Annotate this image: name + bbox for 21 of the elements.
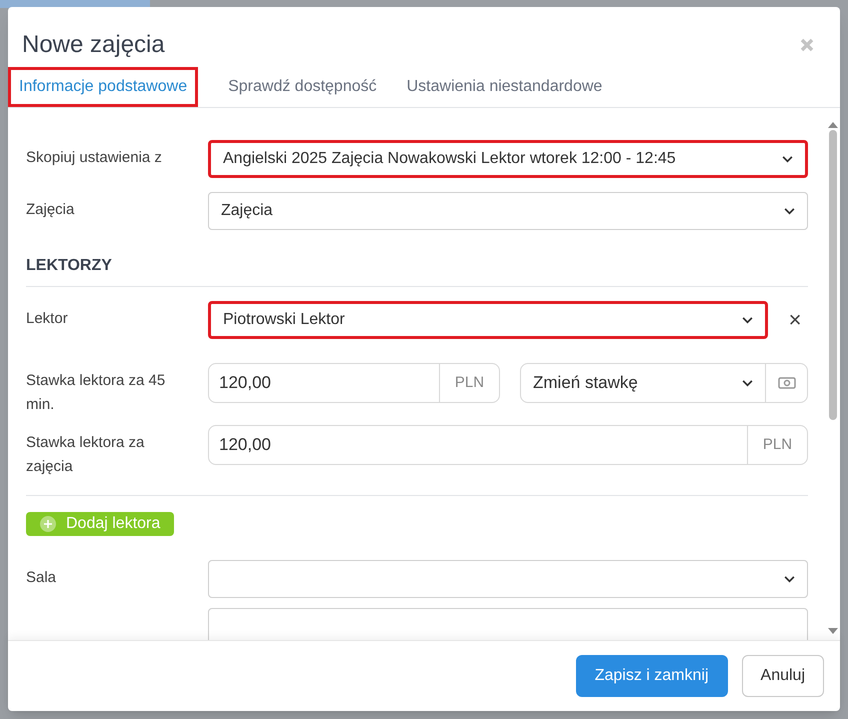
- field-label: Sala: [26, 568, 58, 588]
- select-field[interactable]: Piotrowski Lektor: [208, 301, 768, 339]
- field-label: Zajęcia: [26, 200, 76, 220]
- field-label: Skopiuj ustawienia z: [26, 148, 163, 168]
- amount-field[interactable]: 120,00 PLN: [208, 425, 808, 465]
- cancel-button[interactable]: Anuluj: [742, 655, 824, 697]
- tab[interactable]: Sprawdź dostępność: [218, 67, 387, 107]
- save-button[interactable]: Zapisz i zamknij: [576, 655, 728, 697]
- select-field[interactable]: Angielski 2025 Zajęcia Nowakowski Lektor wtorek 12:00 - 12:45: [208, 140, 808, 178]
- field-label: Stawka lektora za zajęcia: [26, 433, 146, 477]
- remove-button[interactable]: ×: [782, 309, 808, 331]
- currency-label: PLN: [747, 426, 807, 464]
- dialog-title: Nowe zajęcia: [22, 30, 165, 60]
- field-label: Lektor: [26, 309, 69, 329]
- select-field[interactable]: Zajęcia: [208, 192, 808, 230]
- amount-field[interactable]: 120,00 PLN: [208, 363, 500, 403]
- currency-label: PLN: [439, 364, 499, 402]
- tab[interactable]: Ustawienia niestandardowe: [396, 67, 612, 107]
- section-heading: LEKTORZY: [26, 254, 808, 287]
- field-label: Stawka lektora za 45 min.: [26, 371, 166, 415]
- tab[interactable]: Informacje podstawowe: [8, 67, 198, 107]
